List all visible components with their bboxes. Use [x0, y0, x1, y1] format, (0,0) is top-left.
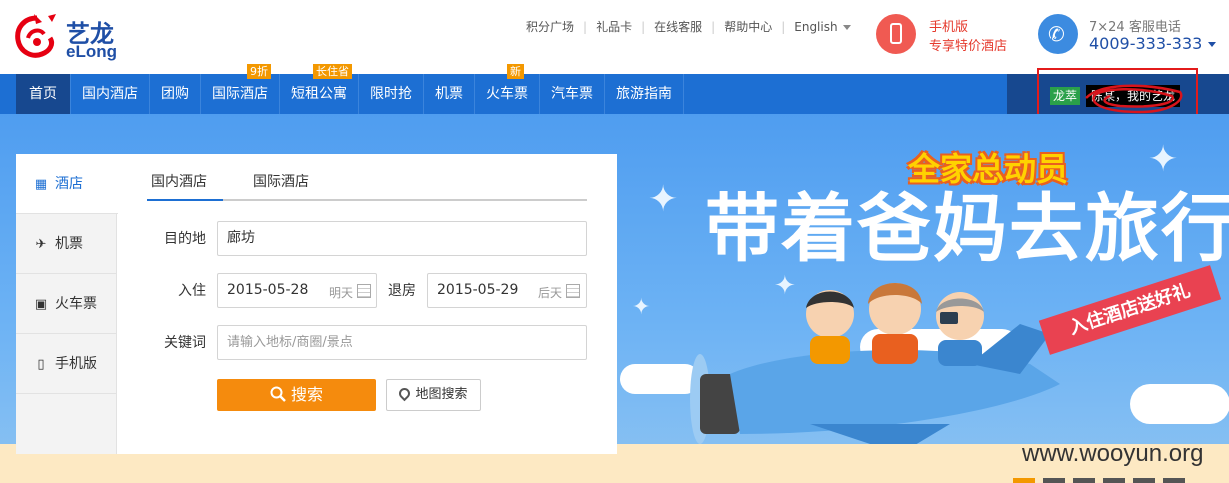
hotel-icon: ▦: [34, 177, 48, 192]
slide-indicators: [1013, 478, 1193, 483]
customer-service[interactable]: ✆ 7×24 客服电话 4009-333-333: [1038, 14, 1228, 60]
cloud: [1130, 384, 1229, 424]
map-search-label: 地图搜索: [415, 387, 468, 402]
annotation-highlight-box: [1037, 68, 1198, 120]
chevron-down-icon: [842, 24, 851, 30]
nav-label: 限时抢: [370, 86, 412, 102]
mobile-app-promo[interactable]: 手机版 专享特价酒店: [876, 14, 1026, 60]
nav-item-intl-hotel[interactable]: 国际酒店 9折: [201, 64, 280, 114]
sidebar-item-hotel[interactable]: ▦ 酒店: [16, 154, 118, 214]
nav-item-group-buy[interactable]: 团购: [150, 74, 201, 114]
mobile-promo-title: 手机版: [929, 20, 969, 35]
language-label: English: [794, 19, 838, 34]
elong-logo[interactable]: 艺龙 eLong: [14, 12, 134, 64]
divider: |: [641, 19, 646, 34]
mobile-icon: ▯: [37, 357, 45, 372]
sidebar-item-flight[interactable]: ✈ 机票: [16, 214, 117, 274]
airplane-family-illustration: [690, 283, 1060, 454]
tab-domestic-hotel[interactable]: 国内酒店: [147, 171, 223, 201]
gift-card-link[interactable]: 礼品卡: [596, 18, 632, 35]
sidebar-item-label: 酒店: [55, 176, 83, 192]
online-service-link[interactable]: 在线客服: [654, 18, 702, 35]
slide-dot[interactable]: [1073, 478, 1095, 483]
nav-label: 国内酒店: [82, 86, 138, 102]
sparkle-icon: ✦: [632, 295, 651, 320]
phone-number-text: 4009-333-333: [1089, 34, 1203, 53]
service-title: 7×24 客服电话: [1089, 20, 1181, 35]
train-icon: ▣: [34, 297, 48, 312]
mobile-phone-icon: [876, 14, 916, 54]
mobile-promo-subtitle: 专享特价酒店: [929, 39, 1008, 54]
map-pin-icon: [397, 385, 413, 402]
slide-dot[interactable]: [1013, 478, 1035, 483]
search-button-label: 搜索: [290, 385, 323, 404]
top-links: 积分广场 | 礼品卡 | 在线客服 | 帮助中心 | English: [526, 18, 851, 35]
keyword-label: 关键词: [164, 335, 206, 351]
tab-international-hotel[interactable]: 国际酒店: [253, 171, 309, 201]
search-icon: [270, 386, 286, 402]
slide-dot[interactable]: [1133, 478, 1155, 483]
nav-badge: 9折: [247, 64, 271, 79]
nav-badge: 长住省: [313, 64, 352, 79]
service-phone-number: 4009-333-333: [1089, 34, 1217, 53]
nav-badge: 新: [507, 64, 524, 79]
nav-item-domestic-hotel[interactable]: 国内酒店: [71, 74, 150, 114]
checkin-label: 入住: [178, 283, 206, 299]
site-header: 艺龙 eLong 积分广场 | 礼品卡 | 在线客服 | 帮助中心 | Engl…: [0, 0, 1229, 74]
nav-label: 汽车票: [551, 86, 593, 102]
map-search-button[interactable]: 地图搜索: [386, 379, 481, 411]
watermark-text: www.wooyun.org: [1022, 440, 1204, 467]
telephone-icon: ✆: [1038, 14, 1078, 54]
search-panel: ▦ 酒店 ✈ 机票 ▣ 火车票 ▯ 手机版 国内酒店 国际酒店 目的地 廊坊 入住 20…: [16, 154, 617, 454]
checkin-date-value: 2015-05-28: [227, 282, 309, 298]
checkout-label: 退房: [388, 283, 416, 299]
slide-dot[interactable]: [1163, 478, 1185, 483]
logo-english-text: eLong: [66, 42, 117, 61]
checkin-hint: 明天: [329, 286, 354, 300]
checkout-hint: 后天: [538, 286, 563, 300]
sidebar-item-label: 火车票: [55, 296, 97, 312]
sparkle-icon: ✦: [648, 179, 679, 220]
nav-item-train[interactable]: 火车票 新: [475, 64, 540, 114]
dragon-logo-icon: [15, 14, 56, 58]
help-center-link[interactable]: 帮助中心: [724, 18, 772, 35]
nav-item-flash-sale[interactable]: 限时抢: [359, 74, 424, 114]
nav-label: 短租公寓: [291, 86, 347, 102]
slide-dot[interactable]: [1043, 478, 1065, 483]
nav-label: 团购: [161, 86, 189, 102]
divider: |: [781, 19, 786, 34]
sidebar-item-mobile[interactable]: ▯ 手机版: [16, 334, 117, 394]
checkout-date-value: 2015-05-29: [437, 282, 519, 298]
chevron-down-icon: [1208, 42, 1217, 47]
destination-label: 目的地: [164, 231, 206, 247]
nav-item-home[interactable]: 首页: [16, 74, 71, 114]
divider: |: [583, 19, 588, 34]
checkout-date-input[interactable]: 2015-05-29: [427, 273, 587, 308]
nav-label: 旅游指南: [616, 86, 672, 102]
search-button[interactable]: 搜索: [217, 379, 376, 411]
slide-dot[interactable]: [1103, 478, 1125, 483]
nav-item-travel-guide[interactable]: 旅游指南: [605, 74, 684, 114]
banner-slogan-main: 带着爸妈去旅行: [705, 186, 1229, 272]
sidebar-item-train[interactable]: ▣ 火车票: [16, 274, 117, 334]
category-sidebar: ▦ 酒店 ✈ 机票 ▣ 火车票 ▯ 手机版: [16, 154, 118, 454]
nav-label: 国际酒店: [212, 86, 268, 102]
sidebar-item-label: 机票: [55, 236, 83, 252]
nav-label: 机票: [435, 86, 463, 102]
nav-label: 首页: [29, 86, 57, 102]
language-switch[interactable]: English: [794, 19, 851, 34]
nav-item-bus[interactable]: 汽车票: [540, 74, 605, 114]
nav-label: 火车票: [486, 86, 528, 102]
plane-icon: ✈: [35, 237, 47, 252]
destination-input[interactable]: 廊坊: [217, 221, 587, 256]
hotel-type-tabs: 国内酒店 国际酒店: [147, 171, 587, 201]
divider: |: [711, 19, 716, 34]
calendar-icon[interactable]: [357, 284, 371, 298]
sidebar-item-label: 手机版: [55, 356, 97, 372]
keyword-input[interactable]: 请输入地标/商圈/景点: [217, 325, 587, 360]
nav-item-apartment[interactable]: 短租公寓 长住省: [280, 64, 359, 114]
nav-item-flights[interactable]: 机票: [424, 74, 475, 114]
calendar-icon[interactable]: [566, 284, 580, 298]
points-mall-link[interactable]: 积分广场: [526, 18, 574, 35]
